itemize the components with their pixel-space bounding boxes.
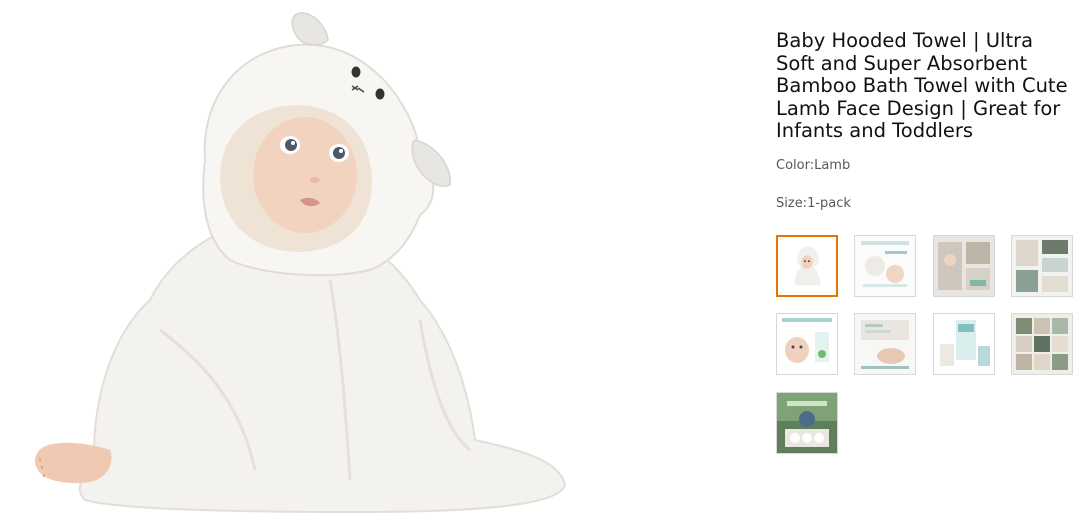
thumbnail-4[interactable] — [1011, 235, 1073, 297]
color-option: Color:Lamb — [776, 158, 850, 173]
title-line: Lamb Face Design | Great for — [776, 96, 1061, 120]
title-line: Soft and Super Absorbent — [776, 51, 1028, 75]
main-product-image — [0, 0, 600, 523]
product-info: Baby Hooded Towel | Ultra Soft and Super… — [776, 29, 1076, 211]
thumbnail-2[interactable] — [854, 235, 916, 297]
thumbnail-9[interactable] — [776, 392, 838, 454]
size-option: Size:1-pack — [776, 196, 851, 211]
color-value: Lamb — [814, 158, 851, 173]
title-line: Bamboo Bath Towel with Cute — [776, 74, 1068, 98]
title-line: Infants and Toddlers — [776, 119, 974, 143]
thumbnail-gallery — [776, 235, 1076, 455]
thumbnail-3[interactable] — [933, 235, 995, 297]
color-label: Color: — [776, 158, 815, 173]
thumbnail-6[interactable] — [854, 313, 916, 375]
thumbnail-5[interactable] — [776, 313, 838, 375]
thumbnail-1[interactable] — [776, 235, 838, 297]
title-line: Baby Hooded Towel | Ultra — [776, 29, 1034, 52]
thumbnail-7[interactable] — [933, 313, 995, 375]
size-label: Size: — [776, 196, 808, 211]
thumbnail-8[interactable] — [1011, 313, 1073, 375]
product-title: Baby Hooded Towel | Ultra Soft and Super… — [776, 29, 1076, 143]
size-value: 1-pack — [807, 196, 851, 211]
